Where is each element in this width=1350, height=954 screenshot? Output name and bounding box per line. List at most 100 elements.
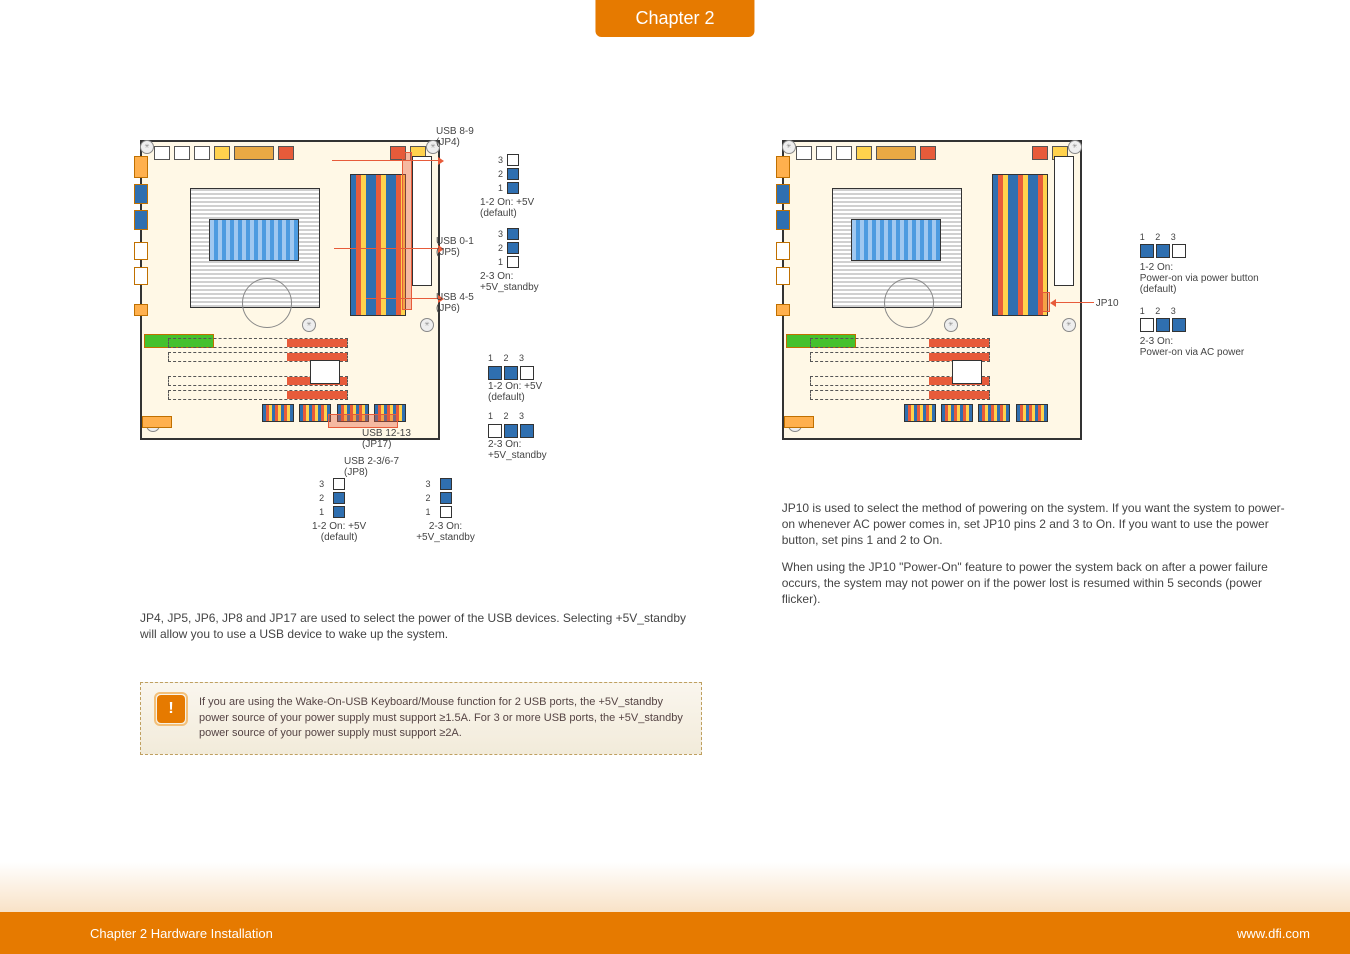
footer-left: Chapter 2 Hardware Installation [90,926,273,941]
pin-numbers-horizontal: 1 2 3 [488,410,547,422]
pin-square [507,154,519,166]
mount-icon: ✳ [1068,140,1082,154]
edge-connector [784,416,814,428]
motherboard-diagram-right: ✳ ✳ ✳ ✳ ✳ [782,140,1082,440]
setting-23on: 2-3 On: +5V_standby [488,440,547,461]
rear-io-row [796,146,1068,166]
pin-square [504,424,518,438]
dimm-slots [350,174,406,316]
usb1213-pins-12on: 1 2 3 1-2 On: +5V (default) [488,352,542,403]
pin-square [507,168,519,180]
pin-square [1156,244,1170,258]
jp10-setting-12on: 1-2 On: Power-on via power button (defau… [1140,262,1259,295]
mount-icon: ✳ [782,140,796,154]
ic-block [310,360,340,384]
pin-square [1140,318,1154,332]
mount-icon: ✳ [944,318,958,332]
mount-icon: ✳ [1062,318,1076,332]
pin-square [507,182,519,194]
io-port [174,146,190,160]
usb01-pins: 321 [498,228,519,268]
io-port [214,146,230,160]
edge-connector [142,416,172,428]
important-text: If you are using the Wake-On-USB Keyboar… [199,695,685,741]
pin-numbers-vertical: 321 [426,478,431,518]
jp10-setting-23on: 2-3 On: Power-on via AC power [1140,336,1245,358]
jp10-figure: ✳ ✳ ✳ ✳ ✳ [782,140,1290,470]
pin-square [504,366,518,380]
edge-connector [134,156,148,178]
io-port [1032,146,1048,160]
edge-connector [134,184,148,204]
atx-power [412,156,432,286]
edge-connector [134,210,148,230]
header-block [1016,404,1048,422]
important-icon: ! [157,695,185,723]
header-block [262,404,294,422]
io-port [796,146,812,160]
usb2367-label: USB 2-3/6-7 (JP8) [344,456,399,478]
ic-block [952,360,982,384]
front-panel-headers [904,404,1070,432]
left-column: ✳ ✳ ✳ ✳ ✳ [140,140,702,854]
leader-line [1056,302,1094,303]
io-port [816,146,832,160]
mount-icon: ✳ [140,140,154,154]
pcie-slot [810,390,990,400]
page-body: ✳ ✳ ✳ ✳ ✳ [0,60,1350,894]
pin-square [507,256,519,268]
pin-square [440,506,452,518]
usb01-setting: 2-3 On: +5V_standby [480,272,539,293]
pin-square [488,366,502,380]
jumper-highlight [402,152,412,310]
edge-connector [776,156,790,178]
usb-power-figure: ✳ ✳ ✳ ✳ ✳ [140,140,702,580]
pin-numbers-vertical: 321 [319,478,324,518]
usb89-setting: 1-2 On: +5V (default) [480,198,534,219]
usb-power-description: JP4, JP5, JP6, JP8 and JP17 are used to … [140,610,702,642]
pin-square [520,366,534,380]
atx-power [1054,156,1074,286]
usb1213-label: USB 12-13 (JP17) [362,428,411,450]
pin-numbers-horizontal: 1 2 3 [1140,306,1180,316]
usb2367-pin-groups: 321 1-2 On: +5V (default) 321 [312,478,475,543]
io-port [154,146,170,160]
pin-square [1172,244,1186,258]
usb89-label: USB 8-9 (JP4) [436,126,474,148]
pin-square [1156,318,1170,332]
usb01-label: USB 0-1 (JP5) [436,236,474,258]
usb89-pins: 321 [498,154,519,194]
edge-connector [776,210,790,230]
chipset [242,278,292,328]
jumper-highlight [1038,292,1050,312]
pin-numbers-horizontal: 1 2 3 [1140,232,1180,242]
edge-connector [134,242,148,260]
right-column: ✳ ✳ ✳ ✳ ✳ [782,140,1290,854]
jp10-label: JP10 [1096,298,1119,309]
pin-numbers-horizontal: 1 2 3 [488,352,542,364]
jp10-option2: 1 2 3 2-3 On: Power-on via AC power [1140,302,1245,358]
header-block [978,404,1010,422]
leader-line [366,298,438,299]
chapter-tab: Chapter 2 [595,0,754,37]
footer-right: www.dfi.com [1237,926,1310,941]
pin-square [333,478,345,490]
header-block [904,404,936,422]
io-port [856,146,872,160]
leader-line [332,160,438,161]
setting-23on: 2-3 On: +5V_standby [416,522,475,543]
motherboard-diagram-left: ✳ ✳ ✳ ✳ ✳ [140,140,440,440]
cpu-die [851,219,941,261]
jp10-description-1: JP10 is used to select the method of pow… [782,500,1290,549]
pin-numbers-vertical: 321 [498,154,503,194]
mount-icon: ✳ [420,318,434,332]
io-port [836,146,852,160]
pin-square [488,424,502,438]
pcie-slot [168,338,348,348]
below-group-12on: 321 1-2 On: +5V (default) [312,478,366,543]
pin-square [507,228,519,240]
rear-io-row [154,146,426,166]
edge-connector [776,242,790,260]
chipset [884,278,934,328]
pcie-slot [810,338,990,348]
